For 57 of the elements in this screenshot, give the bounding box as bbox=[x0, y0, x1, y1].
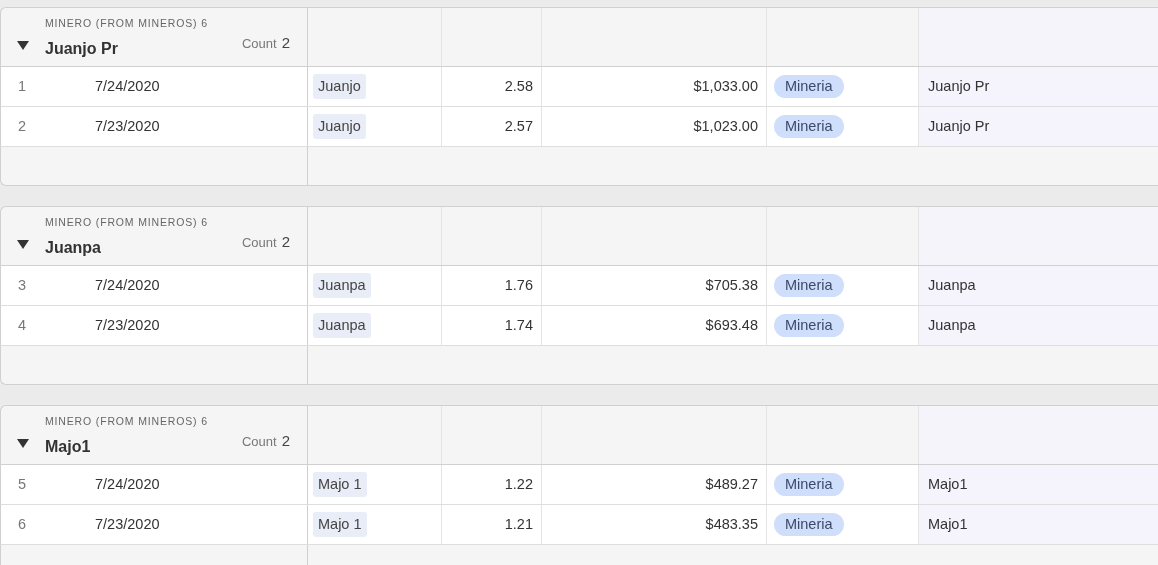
record-chip: Juanjo bbox=[313, 113, 366, 140]
count-value: 2 bbox=[281, 231, 290, 252]
caret-down-icon[interactable] bbox=[17, 240, 29, 250]
number-cell-text: 1.74 bbox=[504, 315, 533, 335]
currency-cell-text: $483.35 bbox=[705, 514, 758, 534]
count-label: Count bbox=[241, 432, 277, 451]
record-chip: Majo 1 bbox=[313, 511, 367, 538]
record-chip: Majo 1 bbox=[313, 471, 367, 498]
group-label: MINERO (FROM MINEROS) 6 bbox=[45, 414, 209, 428]
caret-down-icon[interactable] bbox=[17, 41, 29, 51]
lookup-cell-text: Majo1 bbox=[928, 474, 968, 494]
group-label: MINERO (FROM MINEROS) 6 bbox=[45, 215, 209, 229]
row-number: 6 bbox=[17, 514, 28, 534]
lookup-cell-text: Juanjo Pr bbox=[928, 116, 990, 136]
row-number: 3 bbox=[17, 275, 28, 295]
date-cell-text: 7/23/2020 bbox=[95, 116, 160, 136]
row-number: 1 bbox=[17, 76, 28, 96]
count-label: Count bbox=[241, 233, 277, 252]
lookup-cell-text: Juanjo Pr bbox=[928, 76, 990, 96]
lookup-cell-text: Majo1 bbox=[928, 514, 968, 534]
category-tag: Mineria bbox=[774, 313, 844, 338]
date-cell-text: 7/23/2020 bbox=[95, 315, 160, 335]
count-value: 2 bbox=[281, 32, 290, 53]
row-number: 2 bbox=[17, 116, 28, 136]
group-name: Majo1 bbox=[45, 437, 91, 457]
group-name: Juanjo Pr bbox=[45, 39, 118, 59]
category-tag: Mineria bbox=[774, 512, 844, 537]
date-cell-text: 7/24/2020 bbox=[95, 474, 160, 494]
category-tag: Mineria bbox=[774, 472, 844, 497]
row-number: 4 bbox=[17, 315, 28, 335]
number-cell-text: 1.76 bbox=[504, 275, 533, 295]
count-label: Count bbox=[241, 34, 277, 53]
group-label: MINERO (FROM MINEROS) 6 bbox=[45, 16, 209, 30]
currency-cell-text: $489.27 bbox=[705, 474, 758, 494]
category-tag: Mineria bbox=[774, 114, 844, 139]
number-cell-text: 2.57 bbox=[504, 116, 533, 136]
record-chip: Juanpa bbox=[313, 312, 371, 339]
lookup-cell-text: Juanpa bbox=[928, 275, 976, 295]
row-number: 5 bbox=[17, 474, 28, 494]
record-chip: Juanpa bbox=[313, 272, 371, 299]
category-tag: Mineria bbox=[774, 273, 844, 298]
currency-cell-text: $1,023.00 bbox=[693, 116, 758, 136]
category-tag: Mineria bbox=[774, 74, 844, 99]
record-chip: Juanjo bbox=[313, 73, 366, 100]
lookup-cell-text: Juanpa bbox=[928, 315, 976, 335]
date-cell-text: 7/23/2020 bbox=[95, 514, 160, 534]
date-cell-text: 7/24/2020 bbox=[95, 76, 160, 96]
number-cell-text: 2.58 bbox=[504, 76, 533, 96]
currency-cell-text: $1,033.00 bbox=[693, 76, 758, 96]
number-cell-text: 1.21 bbox=[504, 514, 533, 534]
caret-down-icon[interactable] bbox=[17, 439, 29, 449]
date-cell-text: 7/24/2020 bbox=[95, 275, 160, 295]
number-cell-text: 1.22 bbox=[504, 474, 533, 494]
group-name: Juanpa bbox=[45, 238, 101, 258]
currency-cell-text: $693.48 bbox=[705, 315, 758, 335]
currency-cell-text: $705.38 bbox=[705, 275, 758, 295]
count-value: 2 bbox=[281, 430, 290, 451]
